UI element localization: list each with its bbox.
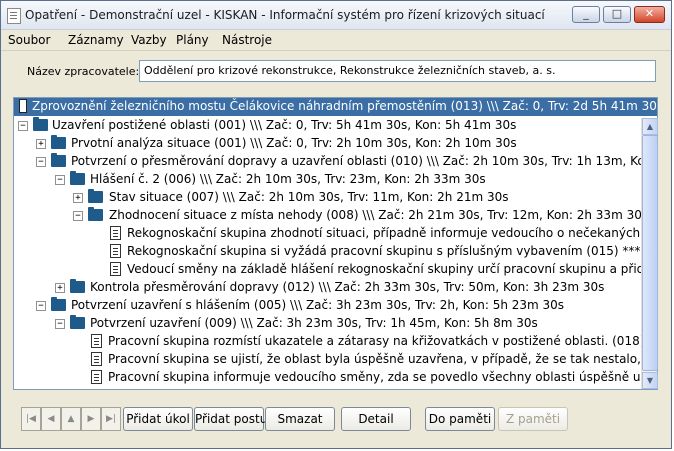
menu-nastroje[interactable]: Nástroje xyxy=(222,33,272,47)
root-document-icon xyxy=(19,99,27,113)
measures-tree[interactable]: Zprovoznění železničního mostu Čelákovic… xyxy=(13,97,658,390)
scroll-up-button[interactable]: ▲ xyxy=(642,118,658,135)
expand-toggle[interactable]: + xyxy=(55,283,65,293)
folder-icon xyxy=(70,279,85,293)
document-icon xyxy=(91,352,102,366)
tree-root-row[interactable]: Zprovoznění železničního mostu Čelákovic… xyxy=(14,98,657,116)
processor-field[interactable]: Oddělení pro krizové rekonstrukce, Rekon… xyxy=(139,60,656,82)
tree-item-label: Pracovní skupina informuje vedoucího smě… xyxy=(108,370,657,384)
tree-item-label: Uzavření postižené oblasti (001) \\\ Zač… xyxy=(52,118,517,132)
folder-icon xyxy=(51,297,66,311)
folder-icon xyxy=(70,171,85,185)
tree-row[interactable]: − Potvrzení uzavření s hlášením (005) \\… xyxy=(14,297,642,315)
tree-item-label: Stav situace (007) \\\ Zač: 2h 10m 30s, … xyxy=(109,190,509,204)
tree-row[interactable]: Rekognoskační skupina zhodnotí situaci, … xyxy=(14,225,657,243)
tree-item-label: Vedoucí směny na základě hlášení rekogno… xyxy=(127,262,658,276)
tree-root-label: Zprovoznění železničního mostu Čelákovic… xyxy=(32,99,657,113)
tree-row[interactable]: − Potvrzení uzavření (009) \\\ Zač: 3h 2… xyxy=(14,315,642,333)
vertical-scrollbar[interactable]: ▲ ▼ xyxy=(641,118,658,389)
parent-record-button[interactable]: ▲ xyxy=(61,407,81,431)
menu-plany[interactable]: Plány xyxy=(176,33,209,47)
tree-item-label: Pracovní skupina rozmístí ukazatele a zá… xyxy=(108,334,657,348)
tree-item-label: Zhodnocení situace z místa nehody (008) … xyxy=(109,208,649,222)
tree-item-label: Rekognoskační skupina si vyžádá pracovní… xyxy=(127,244,657,258)
tree-item-label: Kontrola přesměrování dopravy (012) \\\ … xyxy=(90,280,605,294)
close-button[interactable]: ✕ xyxy=(634,6,665,23)
collapse-toggle[interactable]: − xyxy=(36,301,46,311)
folder-icon xyxy=(51,135,66,149)
tree-item-label: Pracovní skupina se ujistí, že oblast by… xyxy=(108,352,657,366)
tree-row[interactable]: Vedoucí směny na základě hlášení rekogno… xyxy=(14,261,657,279)
collapse-toggle[interactable]: − xyxy=(55,175,65,185)
menu-soubor[interactable]: Soubor xyxy=(8,33,50,47)
bottom-toolbar: |◀ ◀ ▲ ▶ ▶| Přidat úkol Přidat postup Sm… xyxy=(13,403,658,435)
tree-item-label: Potvrzení uzavření (009) \\\ Zač: 3h 23m… xyxy=(90,316,538,330)
detail-button[interactable]: Detail xyxy=(341,407,411,431)
tree-item-label: Hlášení č. 2 (006) \\\ Zač: 2h 10m 30s, … xyxy=(90,172,486,186)
tree-row[interactable]: Pracovní skupina informuje vedoucího smě… xyxy=(14,369,657,387)
scroll-down-button[interactable]: ▼ xyxy=(642,372,658,389)
last-record-button[interactable]: ▶| xyxy=(101,407,121,431)
app-icon xyxy=(7,8,21,24)
main-window: Opatření - Demonstrační uzel - KISKAN - … xyxy=(0,0,672,449)
menu-zaznamy[interactable]: Záznamy xyxy=(68,33,124,47)
minimize-button[interactable]: _ xyxy=(572,6,600,23)
tree-item-label: Rekognoskační skupina zhodnotí situaci, … xyxy=(127,226,658,240)
folder-icon xyxy=(88,207,103,221)
folder-icon xyxy=(33,117,48,131)
previous-record-button[interactable]: ◀ xyxy=(41,407,61,431)
first-record-button[interactable]: |◀ xyxy=(21,407,41,431)
folder-icon xyxy=(88,189,103,203)
tree-row[interactable]: + Kontrola přesměrování dopravy (012) \\… xyxy=(14,279,642,297)
maximize-button[interactable]: □ xyxy=(603,6,631,23)
processor-label: Název zpracovatele: xyxy=(27,65,140,78)
scroll-thumb[interactable] xyxy=(642,135,658,371)
expand-toggle[interactable]: + xyxy=(73,193,83,203)
load-from-memory-button[interactable]: Z paměti xyxy=(498,407,568,431)
tree-row[interactable]: Rekognoskační skupina si vyžádá pracovní… xyxy=(14,243,657,261)
title-bar[interactable]: Opatření - Demonstrační uzel - KISKAN - … xyxy=(1,1,671,30)
collapse-toggle[interactable]: − xyxy=(18,121,28,131)
collapse-toggle[interactable]: − xyxy=(73,211,83,221)
menu-bar: Soubor Záznamy Vazby Plány Nástroje xyxy=(1,30,671,51)
delete-button[interactable]: Smazat xyxy=(265,407,335,431)
tree-item-label: Potvrzení o přesměrování dopravy a uzavř… xyxy=(71,154,657,168)
document-icon xyxy=(110,226,121,240)
expand-toggle[interactable]: + xyxy=(36,139,46,149)
add-task-button[interactable]: Přidat úkol xyxy=(123,407,193,431)
document-icon xyxy=(110,244,121,258)
document-icon xyxy=(91,334,102,348)
menu-vazby[interactable]: Vazby xyxy=(131,33,167,47)
window-title: Opatření - Demonstrační uzel - KISKAN - … xyxy=(25,8,545,22)
folder-icon xyxy=(70,315,85,329)
tree-row[interactable]: + Stav situace (007) \\\ Zač: 2h 10m 30s… xyxy=(14,189,642,207)
add-procedure-button[interactable]: Přidat postup xyxy=(194,407,275,431)
tree-row[interactable]: − Hlášení č. 2 (006) \\\ Zač: 2h 10m 30s… xyxy=(14,171,642,189)
document-icon xyxy=(91,370,102,384)
collapse-toggle[interactable]: − xyxy=(36,157,46,167)
next-record-button[interactable]: ▶ xyxy=(81,407,101,431)
tree-item-label: Prvotní analýza situace (001) \\\ Zač: 0… xyxy=(71,136,517,150)
save-to-memory-button[interactable]: Do paměti xyxy=(425,407,495,431)
collapse-toggle[interactable]: − xyxy=(55,319,65,329)
tree-item-label: Potvrzení uzavření s hlášením (005) \\\ … xyxy=(71,298,565,312)
tree-row[interactable]: Pracovní skupina se ujistí, že oblast by… xyxy=(14,351,657,369)
tree-row[interactable]: − Zhodnocení situace z místa nehody (008… xyxy=(14,207,648,225)
tree-row[interactable]: − Potvrzení o přesměrování dopravy a uza… xyxy=(14,153,657,171)
tree-row[interactable]: Pracovní skupina rozmístí ukazatele a zá… xyxy=(14,333,657,351)
tree-row[interactable]: − Uzavření postižené oblasti (001) \\\ Z… xyxy=(14,117,642,135)
folder-icon xyxy=(51,153,66,167)
tree-row[interactable]: + Prvotní analýza situace (001) \\\ Zač:… xyxy=(14,135,642,153)
document-icon xyxy=(110,262,121,276)
